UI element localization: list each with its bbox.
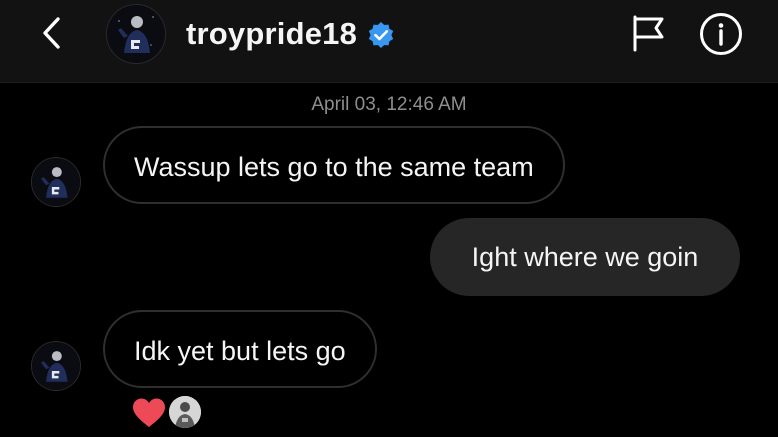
report-flag-button[interactable] [630, 14, 666, 52]
message-timestamp: April 03, 12:46 AM [311, 94, 467, 115]
dm-thread-screen: troypride18 April 03, 12:46 AM Wassup le… [0, 0, 778, 437]
sender-avatar[interactable] [31, 157, 81, 207]
message-bubble-outgoing[interactable]: Ight where we goin [430, 218, 740, 296]
message-bubble-incoming[interactable]: Idk yet but lets go [103, 310, 377, 388]
reactor-avatar [169, 396, 201, 428]
player-avatar-image [32, 158, 80, 206]
message-bubble-incoming[interactable]: Wassup lets go to the same team [103, 126, 565, 204]
verified-badge-icon [368, 22, 394, 48]
verified-badge [367, 21, 395, 49]
message-reactions[interactable] [132, 396, 212, 430]
sender-avatar[interactable] [31, 341, 81, 391]
info-button[interactable] [699, 12, 743, 56]
info-icon [700, 13, 742, 55]
thread-username[interactable]: troypride18 [186, 15, 357, 53]
profile-avatar[interactable] [106, 4, 166, 64]
flag-icon [633, 15, 664, 52]
player-avatar-image [32, 342, 80, 390]
player-avatar-image [107, 5, 165, 63]
chevron-left-icon [43, 17, 60, 49]
thread-header: troypride18 [0, 0, 778, 83]
reactor-avatar-image [169, 396, 201, 428]
back-button[interactable] [36, 14, 68, 52]
heart-icon [133, 398, 165, 427]
